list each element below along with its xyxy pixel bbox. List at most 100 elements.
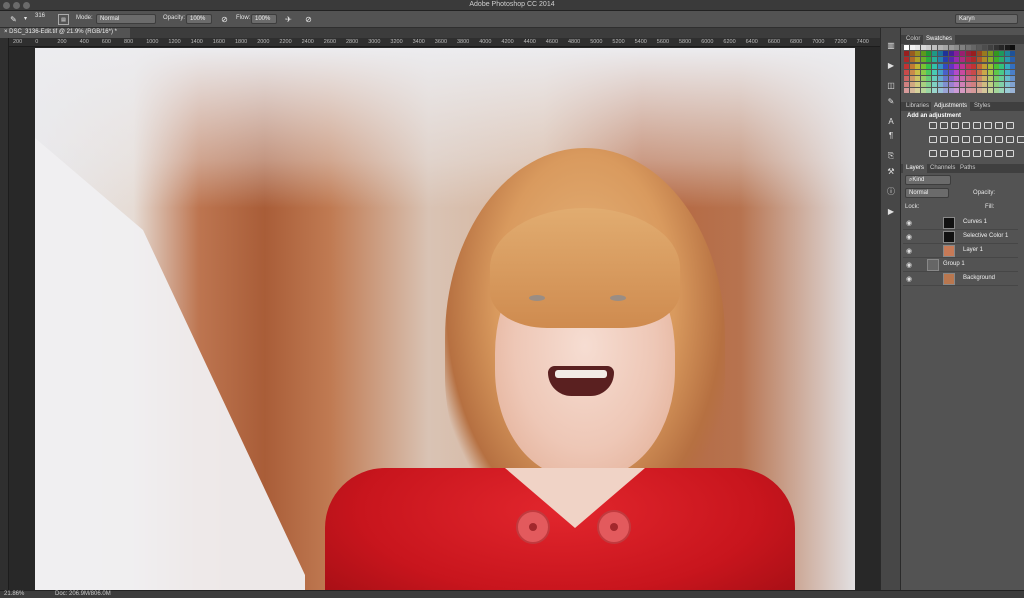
color-swatch[interactable] [915,51,921,57]
layer-row[interactable]: ◉ Layer 1 [903,244,1018,258]
color-swatch[interactable] [926,63,932,69]
color-swatch[interactable] [993,88,999,94]
color-swatch[interactable] [993,69,999,75]
color-swatch[interactable] [926,88,932,94]
adjustment-icon[interactable] [995,122,1003,129]
color-swatch[interactable] [932,76,937,81]
color-swatch[interactable] [943,69,949,75]
color-swatch[interactable] [960,69,965,75]
timeline-play-icon[interactable]: ▶ [885,206,897,218]
adjustment-icon[interactable] [984,136,992,143]
color-swatch[interactable] [982,45,988,50]
color-swatch[interactable] [937,45,943,50]
horizontal-ruler[interactable]: 200 0 200 400 600 800 1000 1200 1400 1600 1800 2000… [9,38,880,47]
color-swatch[interactable] [988,63,993,69]
color-swatch[interactable] [926,51,932,57]
color-swatch[interactable] [999,88,1005,94]
color-swatch[interactable] [1010,63,1016,69]
color-swatch[interactable] [1010,57,1016,63]
color-swatch[interactable] [904,82,909,88]
color-swatch[interactable] [971,57,977,63]
color-swatch[interactable] [982,57,988,63]
color-swatch[interactable] [920,69,926,75]
tab-layers[interactable]: Layers [903,164,928,173]
adjustment-icon[interactable] [1017,136,1024,143]
color-swatch[interactable] [937,63,943,69]
color-swatch[interactable] [937,51,943,57]
color-swatch[interactable] [948,88,954,94]
color-swatch[interactable] [943,82,949,88]
color-swatch[interactable] [960,82,965,88]
airbrush-icon[interactable]: ✈ [283,14,294,25]
color-swatch[interactable] [1010,88,1016,94]
adjustment-icon[interactable] [940,122,948,129]
color-swatch[interactable] [976,45,982,50]
color-swatch[interactable] [993,45,999,50]
tab-styles[interactable]: Styles [971,102,993,111]
color-swatch[interactable] [971,45,977,50]
adjustment-icon[interactable] [962,150,970,157]
pressure-opacity-icon[interactable]: ⊘ [219,14,230,25]
workspace-select[interactable]: Karyn [955,14,1018,24]
color-swatch[interactable] [1004,82,1010,88]
color-swatch[interactable] [904,88,909,94]
color-swatch[interactable] [909,57,915,63]
color-swatch[interactable] [965,69,971,75]
color-swatch[interactable] [909,63,915,69]
flow-field[interactable]: 100% [251,14,277,24]
color-swatch[interactable] [999,51,1005,57]
color-swatch[interactable] [971,88,977,94]
color-swatch[interactable] [971,76,977,81]
adjustment-icon[interactable] [973,122,981,129]
color-swatch[interactable] [920,63,926,69]
color-swatch[interactable] [943,57,949,63]
color-swatch[interactable] [926,69,932,75]
visibility-eye-icon[interactable]: ◉ [906,233,912,241]
brush-size-value[interactable]: 316 [35,13,45,19]
adjustment-icon[interactable] [929,122,937,129]
color-swatch[interactable] [915,82,921,88]
layer-name[interactable]: Background [963,275,995,281]
color-swatch[interactable] [932,88,937,94]
color-swatch[interactable] [954,51,960,57]
color-swatch[interactable] [999,45,1005,50]
color-swatch[interactable] [920,51,926,57]
layer-kind-filter[interactable]: ⌕Kind [905,175,951,185]
visibility-eye-icon[interactable]: ◉ [906,247,912,255]
color-swatch[interactable] [932,45,937,50]
color-swatch[interactable] [971,69,977,75]
vertical-ruler[interactable] [0,38,9,590]
photo-canvas[interactable] [35,48,855,590]
color-swatch[interactable] [960,45,965,50]
color-swatch[interactable] [932,82,937,88]
color-swatch[interactable] [909,76,915,81]
color-swatch[interactable] [904,69,909,75]
color-swatch[interactable] [932,51,937,57]
color-swatch[interactable] [976,63,982,69]
color-swatch[interactable] [909,69,915,75]
color-swatch[interactable] [932,57,937,63]
color-swatch[interactable] [1004,45,1010,50]
paragraph-panel-icon[interactable]: ¶ [885,130,897,142]
layer-row[interactable]: ◉ Group 1 [903,258,1018,272]
color-swatch[interactable] [960,57,965,63]
color-swatch[interactable] [920,88,926,94]
layer-blend-mode-select[interactable]: Normal [905,188,949,198]
color-swatch[interactable] [976,82,982,88]
color-swatch[interactable] [976,69,982,75]
tab-paths[interactable]: Paths [957,164,978,173]
layer-name[interactable]: Curves 1 [963,219,987,225]
color-swatch[interactable] [954,63,960,69]
color-swatch[interactable] [920,82,926,88]
adjustment-icon[interactable] [973,136,981,143]
color-swatch[interactable] [982,63,988,69]
adjustment-icon[interactable] [973,150,981,157]
color-swatch[interactable] [943,76,949,81]
adjustment-icon[interactable] [951,150,959,157]
color-swatch[interactable] [948,57,954,63]
color-swatch[interactable] [993,57,999,63]
color-swatch[interactable] [971,82,977,88]
color-swatch[interactable] [960,88,965,94]
layer-row[interactable]: ◉ Selective Color 1 [903,230,1018,244]
color-swatch[interactable] [1010,82,1016,88]
